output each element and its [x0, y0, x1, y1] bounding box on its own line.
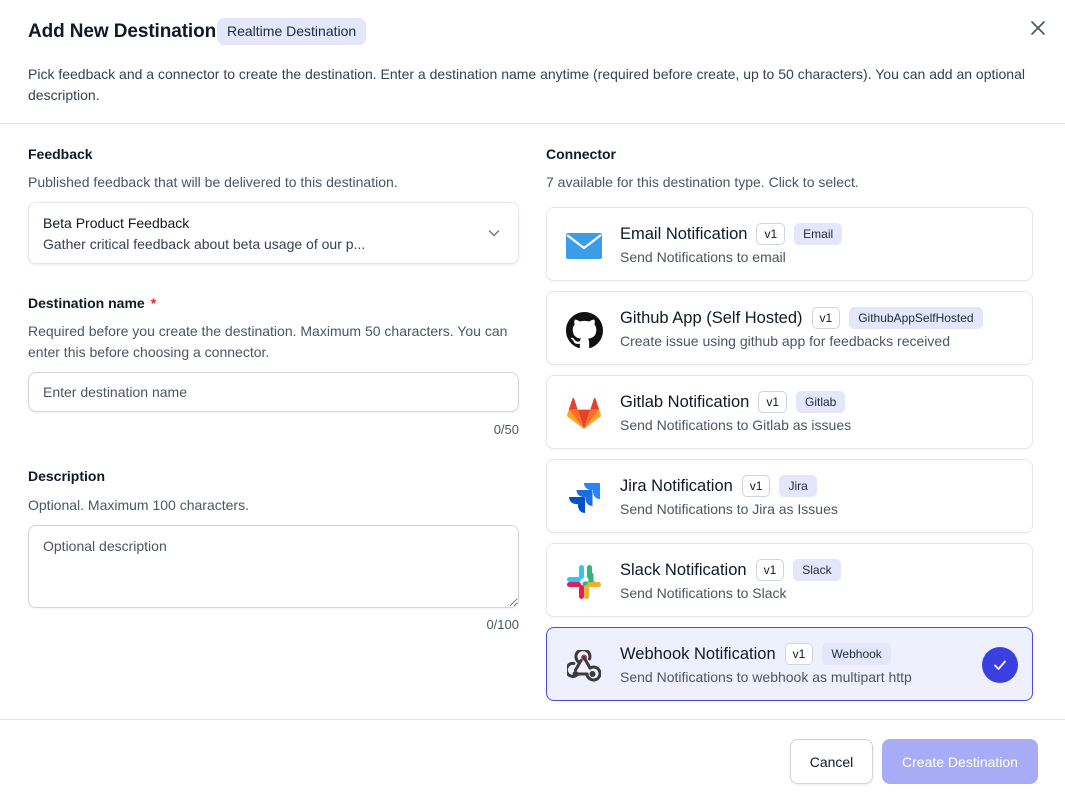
close-button[interactable] [1026, 16, 1050, 40]
connector-version-badge: v1 [784, 643, 814, 665]
description-counter: 0/100 [486, 617, 519, 632]
connector-desc: Send Notifications to Slack [620, 585, 787, 601]
add-destination-modal: Add New Destination Realtime Destination… [0, 0, 1065, 801]
connector-title-row: Email Notification v1 Email [620, 223, 843, 245]
destination-name-help: Required before you create the destinati… [28, 323, 508, 360]
destination-name-label-text: Destination name [28, 295, 145, 311]
feedback-help: Published feedback that will be delivere… [28, 174, 398, 190]
connector-desc: Send Notifications to Gitlab as issues [620, 417, 852, 433]
connector-card-gitlab[interactable]: Gitlab Notification v1 Gitlab Send Notif… [546, 375, 1033, 449]
connector-version-badge: v1 [755, 559, 785, 581]
connector-title-row: Gitlab Notification v1 Gitlab [620, 391, 846, 413]
connector-name: Webhook Notification [620, 644, 776, 663]
connector-name: Gitlab Notification [620, 392, 750, 411]
gitlab-icon [565, 395, 603, 433]
connector-card-github[interactable]: Github App (Self Hosted) v1 GithubAppSel… [546, 291, 1033, 365]
connector-type-tag: GithubAppSelfHosted [849, 307, 983, 329]
destination-name-counter: 0/50 [493, 422, 519, 437]
connector-title-row: Github App (Self Hosted) v1 GithubAppSel… [620, 307, 983, 329]
feedback-selected-title: Beta Product Feedback [43, 215, 190, 231]
connector-title-row: Slack Notification v1 Slack [620, 559, 841, 581]
connector-desc: Send Notifications to webhook as multipa… [620, 669, 912, 685]
modal-title: Add New Destination [28, 21, 217, 42]
connector-name: Github App (Self Hosted) [620, 308, 803, 327]
description-label: Description [28, 468, 106, 484]
connector-type-tag: Email [794, 223, 843, 245]
connector-type-tag: Jira [779, 475, 817, 497]
check-icon [994, 660, 1006, 670]
connector-type-tag: Webhook [822, 643, 891, 665]
webhook-icon [565, 647, 603, 685]
connector-type-tag: Gitlab [796, 391, 846, 413]
cancel-button[interactable]: Cancel [790, 739, 873, 784]
destination-type-badge: Realtime Destination [217, 18, 367, 45]
destination-name-label: Destination name * [28, 294, 156, 312]
connector-help: 7 available for this destination type. C… [546, 174, 859, 190]
modal-header: Add New Destination Realtime Destination… [0, 0, 1065, 124]
modal-footer: Cancel Create Destination [0, 719, 1065, 801]
connector-title-row: Webhook Notification v1 Webhook [620, 643, 891, 665]
create-destination-button[interactable]: Create Destination [882, 739, 1038, 784]
connector-name: Email Notification [620, 224, 748, 243]
connector-card-email[interactable]: Email Notification v1 Email Send Notific… [546, 207, 1033, 281]
github-icon [565, 311, 603, 349]
close-icon [1031, 21, 1045, 35]
connector-version-badge: v1 [811, 307, 841, 329]
connector-name: Slack Notification [620, 560, 747, 579]
description-help: Optional. Maximum 100 characters. [28, 497, 249, 513]
modal-subtitle: Pick feedback and a connector to create … [28, 66, 1025, 103]
selected-check-badge [982, 647, 1018, 683]
connector-desc: Send Notifications to email [620, 249, 786, 265]
feedback-label: Feedback [28, 146, 93, 162]
connector-desc: Send Notifications to Jira as Issues [620, 501, 838, 517]
jira-icon [565, 479, 603, 517]
connector-card-webhook[interactable]: Webhook Notification v1 Webhook Send Not… [546, 627, 1033, 701]
slack-icon [565, 563, 603, 601]
required-mark: * [150, 295, 157, 311]
connector-version-badge: v1 [741, 475, 771, 497]
description-textarea[interactable] [28, 525, 519, 608]
destination-name-input[interactable] [28, 372, 519, 412]
connector-type-tag: Slack [793, 559, 841, 581]
connector-title-row: Jira Notification v1 Jira [620, 475, 817, 497]
connector-name: Jira Notification [620, 476, 733, 495]
connector-card-slack[interactable]: Slack Notification v1 Slack Send Notific… [546, 543, 1033, 617]
email-icon [565, 227, 603, 265]
connector-desc: Create issue using github app for feedba… [620, 333, 950, 349]
connector-version-badge: v1 [758, 391, 787, 413]
chevron-down-icon [488, 230, 500, 237]
feedback-selected-desc: Gather critical feedback about beta usag… [43, 236, 366, 252]
connector-card-jira[interactable]: Jira Notification v1 Jira Send Notificat… [546, 459, 1033, 533]
connector-label: Connector [546, 146, 616, 162]
connector-version-badge: v1 [756, 223, 786, 245]
feedback-select[interactable]: Beta Product Feedback Gather critical fe… [28, 202, 519, 264]
